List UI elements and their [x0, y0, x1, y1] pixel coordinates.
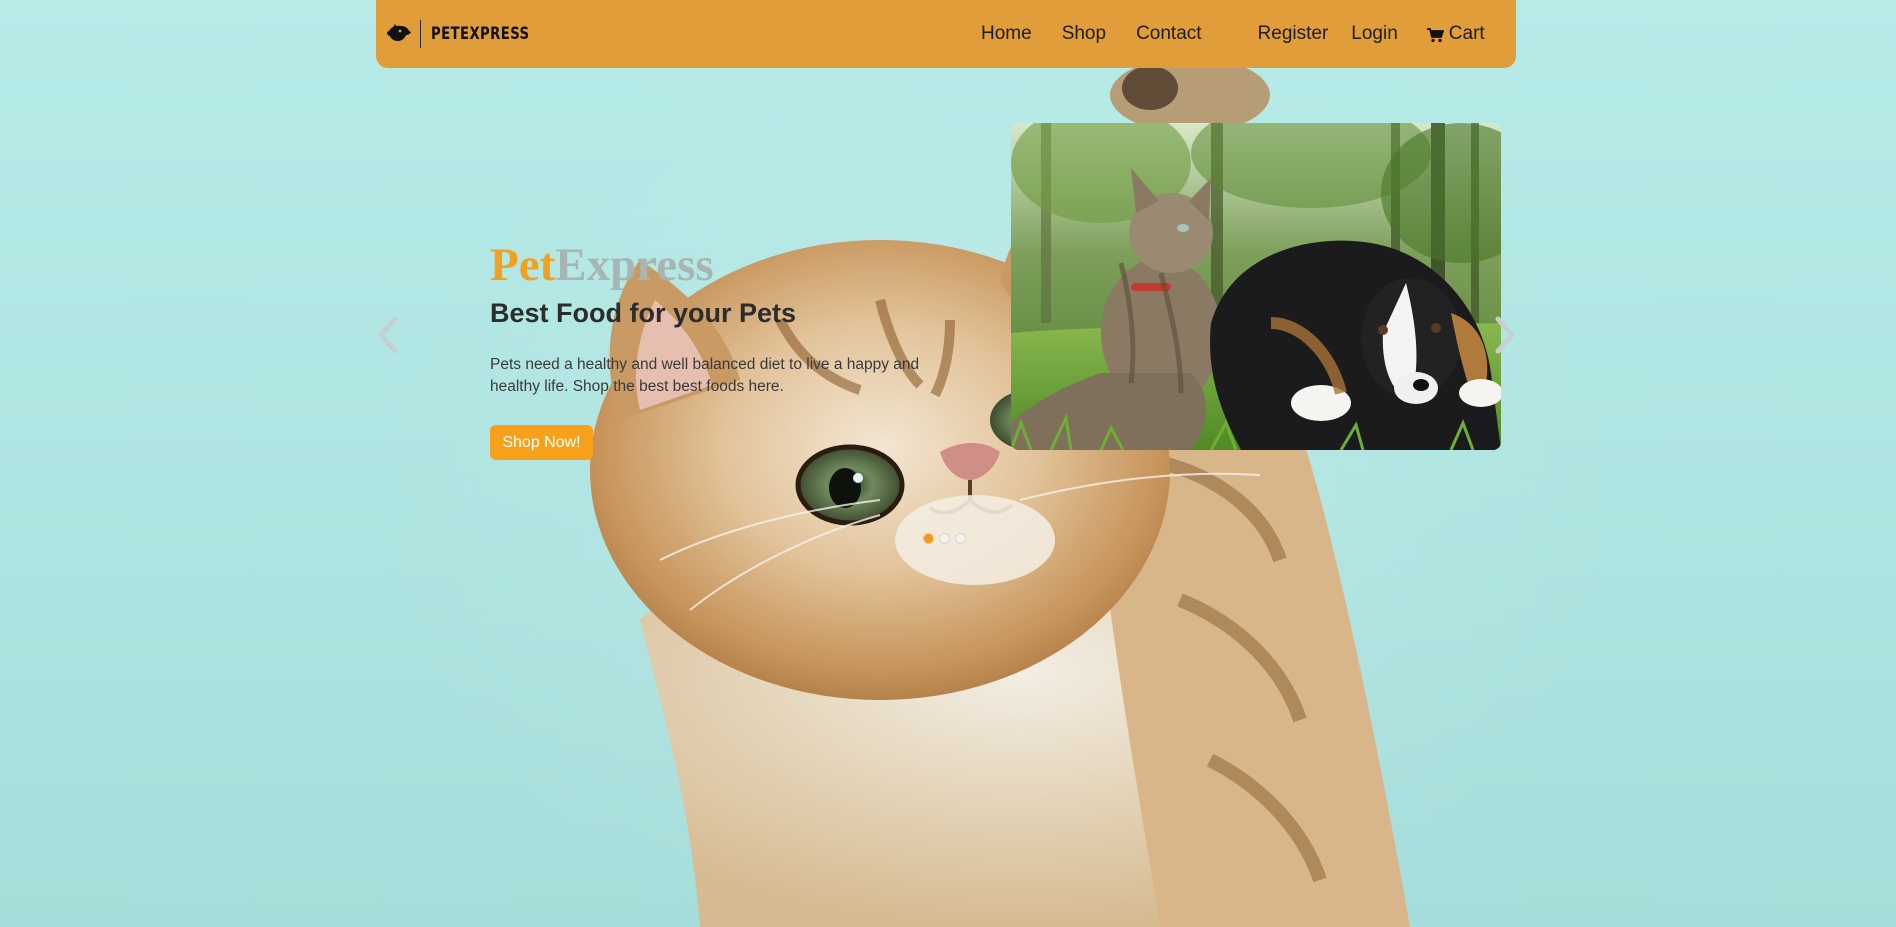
hero-title: PetExpress — [490, 238, 714, 292]
nav-register-link[interactable]: Register — [1258, 23, 1329, 45]
brand-logo[interactable]: PETEXPRESS — [386, 0, 557, 68]
carousel-slide-image — [1011, 123, 1501, 450]
chevron-right-icon — [1495, 316, 1515, 354]
hero-title-express: Express — [555, 239, 714, 291]
navbar: PETEXPRESS Home Shop Contact Register Lo… — [376, 0, 1516, 68]
brand-name: PETEXPRESS — [431, 24, 530, 44]
nav-links: Home Shop Contact Register Login Cart — [981, 0, 1485, 68]
shopping-cart-icon — [1426, 27, 1445, 42]
carousel-dot-2[interactable] — [939, 533, 950, 544]
dog-head-icon — [386, 22, 412, 46]
nav-cart-link[interactable]: Cart — [1426, 23, 1485, 45]
hero-title-pet: Pet — [490, 239, 556, 291]
hero-background — [0, 0, 1896, 927]
carousel-indicators — [923, 533, 966, 544]
carousel-dot-1[interactable] — [923, 533, 934, 544]
carousel-dot-3[interactable] — [955, 533, 966, 544]
cat-and-dog-photo — [1011, 123, 1501, 450]
shop-now-button[interactable]: Shop Now! — [490, 425, 593, 460]
hero-subtitle: Best Food for your Pets — [490, 298, 797, 328]
hero-description: Pets need a healthy and well balanced di… — [490, 356, 920, 395]
nav-contact-link[interactable]: Contact — [1136, 23, 1201, 45]
chevron-left-icon — [378, 316, 398, 354]
carousel-prev-button[interactable] — [375, 315, 399, 355]
nav-home-link[interactable]: Home — [981, 23, 1032, 45]
kitten-background-image — [590, 57, 1410, 927]
nav-shop-link[interactable]: Shop — [1062, 23, 1106, 45]
carousel-next-button[interactable] — [1494, 315, 1518, 355]
nav-login-link[interactable]: Login — [1351, 23, 1398, 45]
nav-cart-label: Cart — [1448, 23, 1485, 44]
brand-divider — [420, 20, 421, 48]
